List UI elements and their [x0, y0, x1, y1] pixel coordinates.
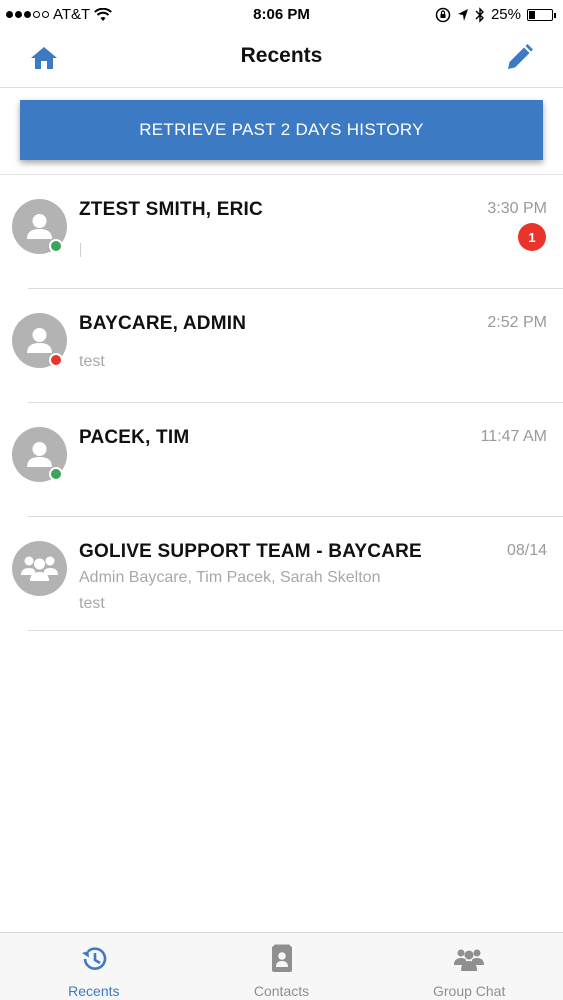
message-time: 11:47 AM: [480, 428, 547, 445]
avatar: [12, 199, 67, 254]
tab-label: Contacts: [253, 983, 310, 999]
history-icon: [81, 947, 107, 970]
conversation-list: ZTEST SMITH, ERIC 3:30 PM 1 BAYCARE, ADM…: [0, 175, 563, 631]
group-avatar: [12, 541, 67, 596]
tab-label: Group Chat: [432, 983, 506, 999]
tab-group-chat[interactable]: Group Chat: [375, 933, 563, 1000]
message-preview: test: [79, 595, 105, 612]
status-right: 25%: [435, 6, 556, 23]
navigation-bar: Recents: [0, 30, 563, 88]
presence-busy-dot: [49, 353, 63, 367]
contact-name: BAYCARE, ADMIN: [79, 313, 247, 334]
bluetooth-icon: [475, 6, 484, 23]
location-icon: [457, 8, 468, 21]
avatar: [12, 427, 67, 482]
pencil-icon[interactable]: [503, 42, 535, 74]
avatar: [12, 313, 67, 368]
message-time: 3:30 PM: [487, 200, 547, 217]
tab-label: Recents: [68, 983, 120, 999]
group-members: Admin Baycare, Tim Pacek, Sarah Skelton: [79, 569, 381, 586]
retrieve-history-container: RETRIEVE PAST 2 DAYS HISTORY: [20, 100, 543, 160]
tab-recents[interactable]: Recents: [0, 933, 188, 1000]
tab-contacts[interactable]: Contacts: [188, 933, 376, 1000]
contacts-icon: [271, 944, 292, 972]
group-icon: [454, 949, 485, 971]
status-bar: AT&T 8:06 PM 25%: [0, 0, 563, 30]
conversation-row[interactable]: ZTEST SMITH, ERIC 3:30 PM 1: [0, 175, 563, 289]
page-title: Recents: [240, 44, 323, 67]
conversation-row[interactable]: PACEK, TIM 11:47 AM: [0, 403, 563, 517]
conversation-row[interactable]: GOLIVE SUPPORT TEAM - BAYCARE 08/14 Admi…: [0, 517, 563, 631]
presence-online-dot: [49, 239, 63, 253]
retrieve-history-button[interactable]: RETRIEVE PAST 2 DAYS HISTORY: [20, 100, 543, 160]
message-preview: test: [79, 353, 105, 370]
battery-percent: 25%: [490, 6, 521, 23]
tab-bar: Recents Contacts Group Chat: [0, 932, 563, 1000]
group-name: GOLIVE SUPPORT TEAM - BAYCARE: [79, 541, 422, 562]
presence-online-dot: [49, 467, 63, 481]
contact-name: PACEK, TIM: [79, 427, 190, 448]
battery-icon: [527, 8, 556, 21]
conversation-row[interactable]: BAYCARE, ADMIN 2:52 PM test: [0, 289, 563, 403]
message-time: 08/14: [506, 542, 547, 559]
rotation-lock-icon: [435, 7, 451, 22]
group-icon: [21, 556, 58, 581]
message-time: 2:52 PM: [487, 314, 547, 331]
unread-badge: 1: [518, 223, 546, 251]
empty-preview: [80, 243, 81, 257]
contact-name: ZTEST SMITH, ERIC: [79, 199, 263, 220]
